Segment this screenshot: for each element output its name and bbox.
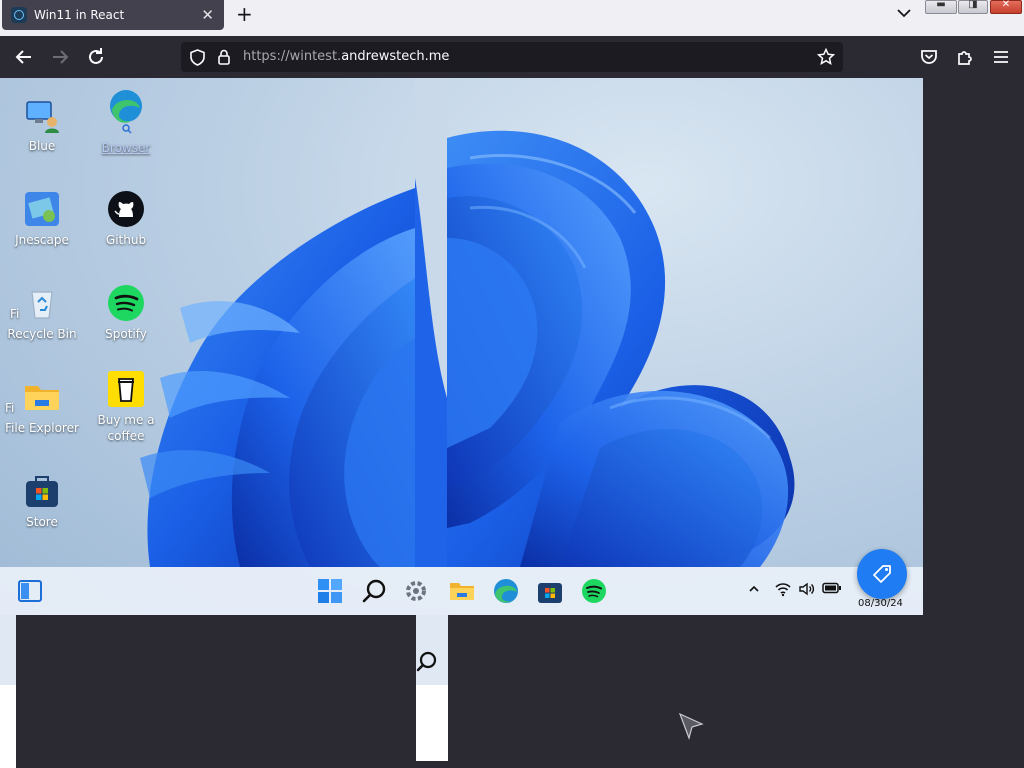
lock-icon[interactable]: [217, 48, 231, 66]
desktop-icon-unescape[interactable]: Jnescape: [0, 190, 84, 248]
shield-icon[interactable]: [189, 48, 206, 66]
glitch-fragment: [416, 685, 448, 761]
desktop-icon-label: Github: [105, 233, 147, 247]
url-scheme: https://wintest.: [243, 49, 342, 64]
settings-icon[interactable]: [403, 578, 429, 604]
battery-icon[interactable]: [822, 582, 842, 594]
desktop-icon-label: Blue: [28, 139, 56, 153]
taskbar: 08/30/24: [0, 567, 923, 615]
minimize-window-button[interactable]: ▬: [925, 0, 957, 14]
glitch-fragment: [416, 615, 448, 685]
stray-label: Fi: [10, 307, 20, 321]
widgets-icon[interactable]: [17, 578, 43, 604]
maximize-glyph: ◨: [968, 0, 978, 10]
site-favicon-icon: [11, 7, 27, 23]
close-tab-icon[interactable]: ✕: [201, 6, 214, 24]
store-icon: [23, 472, 61, 510]
search-icon[interactable]: [362, 578, 388, 604]
extensions-icon[interactable]: [954, 46, 976, 68]
desktop-icon-github[interactable]: Github: [84, 190, 168, 248]
mouse-cursor-icon: [678, 712, 704, 740]
glitch-fragment: [0, 685, 16, 768]
folder-icon: [23, 378, 61, 416]
chevron-down-icon[interactable]: [896, 6, 912, 20]
minimize-glyph: ▬: [936, 0, 946, 10]
desktop-icon-label: Buy me a coffee: [97, 413, 155, 443]
pocket-icon[interactable]: [918, 46, 940, 68]
tab-title: Win11 in React: [34, 8, 125, 22]
recycle-bin-icon: [23, 284, 61, 322]
reload-icon[interactable]: [85, 46, 107, 68]
desktop-icon-browser[interactable]: Browser: [84, 88, 168, 156]
spotify-icon[interactable]: [581, 578, 607, 604]
taskbar-clock[interactable]: 08/30/24: [858, 598, 903, 609]
computer-user-icon: [23, 96, 61, 134]
menu-hamburger-icon[interactable]: [990, 46, 1012, 68]
stray-label: Fi: [5, 401, 15, 415]
close-window-button[interactable]: ✕: [990, 0, 1022, 14]
close-window-glyph: ✕: [1001, 0, 1011, 10]
desktop-icon-store[interactable]: Store: [0, 472, 84, 530]
coffee-cup-icon: [107, 370, 145, 408]
desktop-icon-label: File Explorer: [5, 421, 79, 435]
tab-strip: Win11 in React ✕ + ▬ ◨ ✕: [0, 0, 1024, 36]
unescape-icon: [23, 190, 61, 228]
desktop-icon-label: Browser: [101, 141, 151, 155]
store-icon[interactable]: [537, 578, 563, 604]
edge-icon[interactable]: [493, 578, 519, 604]
address-bar[interactable]: https://wintest.andrewstech.me: [181, 42, 843, 72]
edge-search-icon: [107, 88, 145, 136]
folder-icon[interactable]: [449, 578, 475, 604]
chevron-up-icon[interactable]: [748, 584, 760, 594]
win11-desktop[interactable]: Blue Jnescape Recycle Bin File Explorer …: [0, 78, 923, 615]
desktop-icon-label: Recycle Bin: [7, 327, 77, 341]
search-icon: [416, 651, 437, 672]
bookmark-star-icon[interactable]: [817, 48, 835, 66]
navigation-toolbar: https://wintest.andrewstech.me: [0, 36, 1024, 78]
tag-icon: [873, 565, 891, 583]
desktop-icon-label: Jnescape: [15, 233, 69, 247]
github-icon: [107, 190, 145, 228]
wifi-icon[interactable]: [774, 581, 792, 597]
tag-floating-button[interactable]: [857, 549, 907, 599]
forward-arrow-icon[interactable]: [49, 46, 71, 68]
new-tab-button[interactable]: +: [236, 2, 253, 26]
bloom-left-half: [140, 188, 415, 567]
spotify-icon: [107, 284, 145, 322]
desktop-icon-blue[interactable]: Blue: [0, 96, 84, 154]
desktop-icon-buy-me-a-coffee[interactable]: Buy me a coffee: [84, 370, 168, 444]
desktop-icon-label: Spotify: [105, 327, 147, 341]
bloom-right-half: [447, 130, 795, 567]
url-host: andrewstech.me: [341, 49, 450, 64]
tab-win11-in-react[interactable]: Win11 in React ✕: [2, 0, 224, 30]
glitch-fragment: [0, 615, 16, 685]
desktop-icon-spotify[interactable]: Spotify: [84, 284, 168, 342]
url-text[interactable]: https://wintest.andrewstech.me: [243, 49, 449, 64]
volume-icon[interactable]: [798, 581, 816, 597]
back-arrow-icon[interactable]: [13, 46, 35, 68]
bloom-wallpaper: [140, 78, 795, 567]
maximize-window-button[interactable]: ◨: [958, 0, 988, 14]
start-icon[interactable]: [317, 578, 343, 604]
desktop-icon-label: Store: [26, 515, 58, 529]
